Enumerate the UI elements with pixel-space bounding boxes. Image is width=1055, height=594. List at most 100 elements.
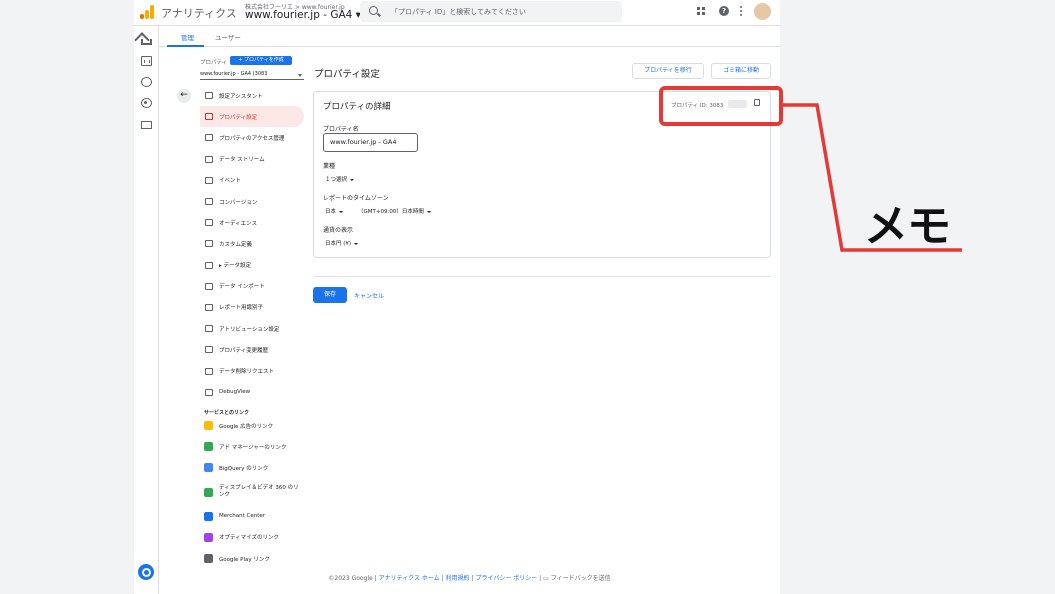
chevron-down-icon <box>298 74 302 77</box>
reports-icon[interactable] <box>141 56 152 66</box>
sidebar-item-label: プロパティ設定 <box>219 114 258 121</box>
apps-grid-icon[interactable] <box>697 7 705 15</box>
footer-separator: | <box>539 575 542 582</box>
left-rail <box>134 26 159 594</box>
admin-sidebar: プロパティ + プロパティを作成 www.fourier.jp - GA4 (3… <box>170 48 304 570</box>
sidebar-item[interactable]: データ削除リクエスト <box>200 360 304 381</box>
avatar[interactable] <box>754 3 771 20</box>
sidebar-item[interactable]: データ ストリーム <box>200 149 304 170</box>
analytics-home-link[interactable]: アナリティクス ホーム <box>379 575 440 582</box>
copyright: ©2023 Google | <box>328 575 377 582</box>
property-dropdown[interactable]: www.fourier.jp - GA4 (3083 <box>200 71 304 80</box>
feedback-icon: ▭ <box>543 575 549 582</box>
sidebar-item-label: データ インポート <box>219 284 265 291</box>
product-link-item[interactable]: オプティマイズのリンク <box>200 527 304 548</box>
advertising-icon[interactable] <box>141 98 152 108</box>
admin-gear-icon[interactable] <box>138 564 154 580</box>
currency-label: 通貨の表示 <box>323 227 354 234</box>
sidebar-item[interactable]: オーディエンス <box>200 212 304 233</box>
active-tab-indicator <box>167 45 204 47</box>
sidebar-item[interactable]: 設定アシスタント <box>200 85 304 106</box>
currency-value: 日本円 (¥) <box>325 241 352 247</box>
google-play-icon <box>204 554 213 564</box>
sidebar-item[interactable]: プロパティ設定 <box>200 106 304 128</box>
country-select[interactable]: 日本 <box>325 207 344 215</box>
property-name: www.fourier.jp - GA4 <box>245 9 353 21</box>
id-icon <box>205 303 213 311</box>
audience-icon <box>205 219 213 227</box>
create-property-button[interactable]: + プロパティを作成 <box>230 56 292 65</box>
touch-icon <box>205 176 213 184</box>
product-link-item[interactable]: BigQuery のリンク <box>200 457 304 478</box>
feedback-link[interactable]: フィードバックを送信 <box>551 575 611 582</box>
memo-annotation-label: メモ <box>864 201 951 252</box>
more-vert-icon[interactable] <box>740 6 742 16</box>
search-bar[interactable]: 「プロパティ ID」と検索してみてください <box>360 1 622 22</box>
links-section-title: サービスとのリンク <box>204 410 249 416</box>
sidebar-item[interactable]: DebugView <box>200 382 304 403</box>
save-button[interactable]: 保存 <box>313 287 347 303</box>
property-name-field[interactable]: www.fourier.jp - GA4 <box>323 133 418 152</box>
product-link-label: オプティマイズのリンク <box>219 535 280 542</box>
shapes-icon <box>205 240 213 248</box>
industry-label: 業種 <box>323 163 336 170</box>
merchant-center-icon <box>204 511 213 521</box>
property-selector[interactable]: www.fourier.jp - GA4 ▾ <box>245 9 361 21</box>
sidebar-item[interactable]: データ インポート <box>200 276 304 297</box>
product-link-item[interactable]: Google 広告のリンク <box>200 415 304 436</box>
product-link-item[interactable]: ディスプレイ＆ビデオ 360 のリンク <box>200 479 304 506</box>
back-arrow-icon[interactable]: ← <box>177 89 191 103</box>
property-id-highlight-box <box>659 86 783 126</box>
dv360-icon <box>204 487 213 497</box>
sidebar-item-label: 設定アシスタント <box>219 93 263 100</box>
timezone-select[interactable]: （GMT+09:00）日本時間 <box>358 207 431 215</box>
trash-button[interactable]: ゴミ箱に移動 <box>711 63 771 79</box>
explore-icon[interactable] <box>141 77 152 87</box>
product-link-label: Google Play リンク <box>219 556 270 563</box>
sidebar-item[interactable]: コンバージョン <box>200 191 304 212</box>
terms-link[interactable]: 利用規約 <box>446 575 470 582</box>
sidebar-item-label: カスタム定義 <box>219 241 253 248</box>
flag-icon <box>205 198 213 206</box>
help-icon[interactable]: ? <box>719 6 729 16</box>
app-name: アナリティクス <box>161 7 237 20</box>
sidebar-item-label: コンバージョン <box>219 199 258 206</box>
page-title: プロパティ設定 <box>314 69 380 80</box>
sidebar-item[interactable]: カスタム定義 <box>200 233 304 254</box>
ad-manager-icon <box>204 442 213 452</box>
product-link-label: アド マネージャーのリンク <box>219 444 287 451</box>
property-name-label: プロパティ名 <box>323 126 359 133</box>
tab-admin[interactable]: 管理 <box>181 32 194 42</box>
bigquery-icon <box>204 463 213 473</box>
history-icon <box>205 346 213 354</box>
sidebar-item[interactable]: プロパティのアクセス管理 <box>200 127 304 148</box>
currency-select[interactable]: 日本円 (¥) <box>325 239 359 247</box>
cancel-button[interactable]: キャンセル <box>354 291 384 300</box>
privacy-link[interactable]: プライバシー ポリシー <box>475 575 537 582</box>
sidebar-item[interactable]: アトリビューション設定 <box>200 318 304 339</box>
tab-user[interactable]: ユーザー <box>215 32 241 42</box>
move-property-button[interactable]: プロパティを移行 <box>632 63 704 79</box>
configure-icon[interactable] <box>141 121 152 129</box>
sidebar-item-label: アトリビューション設定 <box>219 326 280 333</box>
country-value: 日本 <box>325 209 337 215</box>
attribution-icon <box>205 325 213 333</box>
top-bar: アナリティクス 株式会社フーリエ > www.fourier.jp www.fo… <box>134 0 780 26</box>
debug-icon <box>205 388 213 396</box>
product-link-item[interactable]: Google Play リンク <box>200 548 304 569</box>
product-link-label: Google 広告のリンク <box>219 423 274 430</box>
product-link-item[interactable]: アド マネージャーのリンク <box>200 436 304 457</box>
home-icon[interactable] <box>141 39 152 45</box>
product-link-item[interactable]: Merchant Center <box>200 506 304 527</box>
footer-separator: | <box>471 575 474 582</box>
footer: ©2023 Google | アナリティクス ホーム | 利用規約 | プライバ… <box>159 570 780 590</box>
industry-select[interactable]: １つ選択 <box>325 175 355 183</box>
sidebar-item[interactable]: ▸ データ設定 <box>200 255 304 276</box>
sidebar-item[interactable]: イベント <box>200 170 304 191</box>
sidebar-item[interactable]: レポート用識別子 <box>200 297 304 318</box>
people-icon <box>205 134 213 142</box>
timezone-value: （GMT+09:00）日本時間 <box>358 209 424 215</box>
footer-separator: | <box>441 575 444 582</box>
admin-nav: 設定アシスタント プロパティ設定プロパティのアクセス管理 データ ストリーム イベント… <box>200 85 304 403</box>
sidebar-item[interactable]: プロパティ変更履歴 <box>200 339 304 360</box>
